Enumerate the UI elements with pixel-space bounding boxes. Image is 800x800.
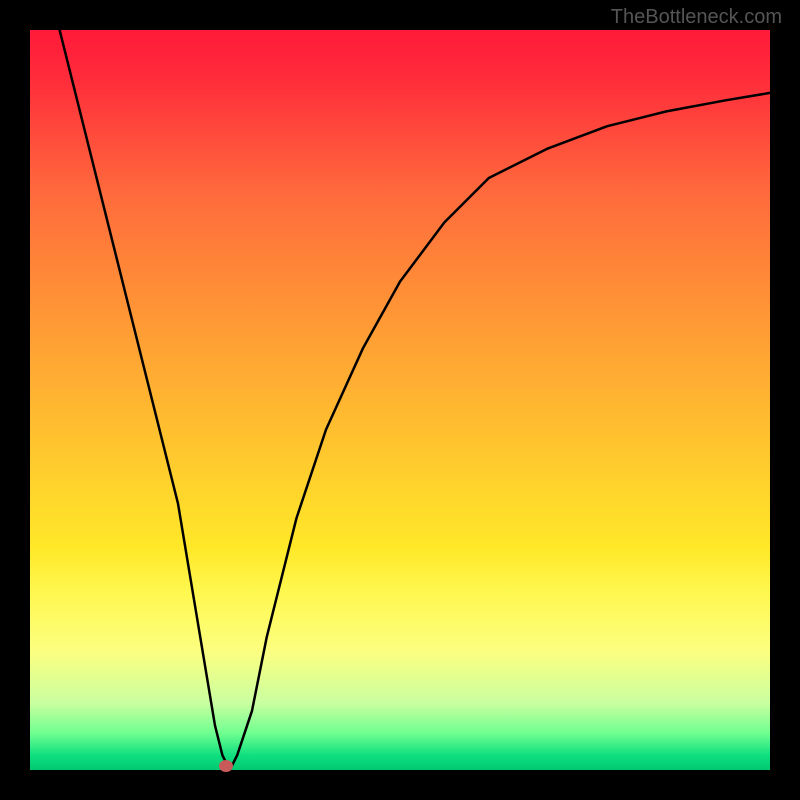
optimum-marker bbox=[219, 760, 233, 772]
watermark-text: TheBottleneck.com bbox=[611, 6, 782, 29]
bottleneck-curve-line bbox=[60, 30, 770, 770]
bottleneck-chart bbox=[30, 30, 770, 770]
curve-svg bbox=[30, 30, 770, 770]
